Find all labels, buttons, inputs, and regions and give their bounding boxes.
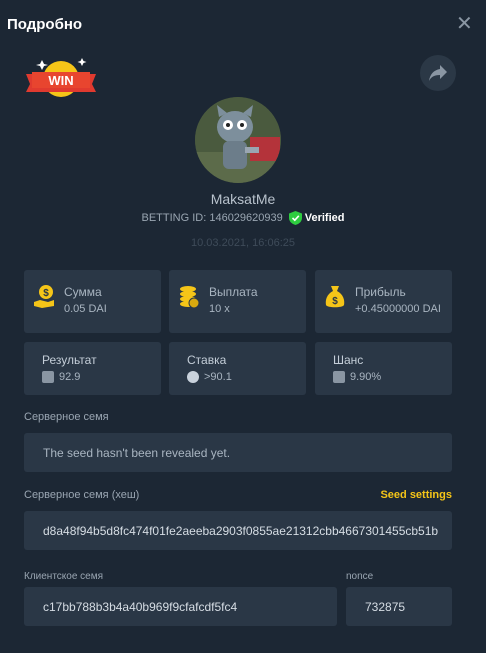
stat-payout: Выплата 10 x [169,270,306,333]
seed-settings-link[interactable]: Seed settings [380,489,452,501]
stat-profit-label: Прибыль [355,285,406,299]
server-seed-label: Серверное семя [24,411,109,423]
client-seed-field[interactable]: c17bb788b3b4a40b969f9cfafcdf5fc4 [24,587,337,626]
verified-badge: Verified [288,211,345,225]
bet-datetime: 10.03.2021, 16:06:25 [191,237,295,249]
close-icon[interactable]: ✕ [456,14,473,34]
avatar [195,97,281,183]
betting-id-row: BETTING ID: 146029620939 Verified [0,211,486,225]
nonce-field[interactable]: 732875 [346,587,452,626]
svg-text:$: $ [332,296,338,307]
money-bag-icon: $ [325,286,345,308]
stat-result-label: Результат [42,353,97,367]
win-badge-text: WIN [48,73,73,88]
nonce-label: nonce [346,571,374,582]
stat-profit-value: +0.45000000 DAI [355,303,441,315]
dice-icon [333,371,345,383]
share-button[interactable] [420,55,456,91]
username: MaksatMe [210,191,276,207]
stat-bet-label: Ставка [187,353,227,367]
stat-profit: $ Прибыль +0.45000000 DAI [315,270,452,333]
stat-amount: $ Сумма 0.05 DAI [24,270,161,333]
money-hand-icon: $ [34,285,54,308]
server-seed-field: The seed hasn't been revealed yet. [24,433,452,472]
stat-chance-value: 9.90% [350,371,382,383]
svg-text:$: $ [43,288,49,299]
stat-bet-value: >90.1 [204,371,232,383]
dice-icon [42,371,54,383]
stat-chance-row: 9.90% [333,371,381,383]
stat-result-value: 92.9 [59,371,81,383]
client-seed-label: Клиентское семя [24,571,104,582]
header: Подробно ✕ [0,0,486,50]
stat-chance: Шанс 9.90% [315,342,452,395]
server-seed-hash-label: Серверное семя (хеш) [24,489,140,501]
stat-bet-row: >90.1 [187,371,232,383]
share-icon [429,65,447,81]
stat-payout-value: 10 x [209,303,230,315]
stat-result-row: 92.9 [42,371,80,383]
stat-amount-value: 0.05 DAI [64,303,107,315]
bitcoin-coin-icon [187,371,199,383]
page-title: Подробно [7,16,83,33]
coins-stack-icon [180,286,199,309]
stat-payout-label: Выплата [209,285,258,299]
server-seed-hash-field[interactable]: d8a48f94b5d8fc474f01fe2aeeba2903f0855ae2… [24,511,452,550]
stat-chance-label: Шанс [333,353,364,367]
stat-result: Результат 92.9 [24,342,161,395]
verified-label: Verified [304,212,345,224]
stat-amount-label: Сумма [64,285,102,299]
shield-check-icon [288,211,302,225]
stat-bet: Ставка >90.1 [169,342,306,395]
win-badge: WIN [24,54,98,100]
betting-id: BETTING ID: 146029620939 [141,212,283,224]
